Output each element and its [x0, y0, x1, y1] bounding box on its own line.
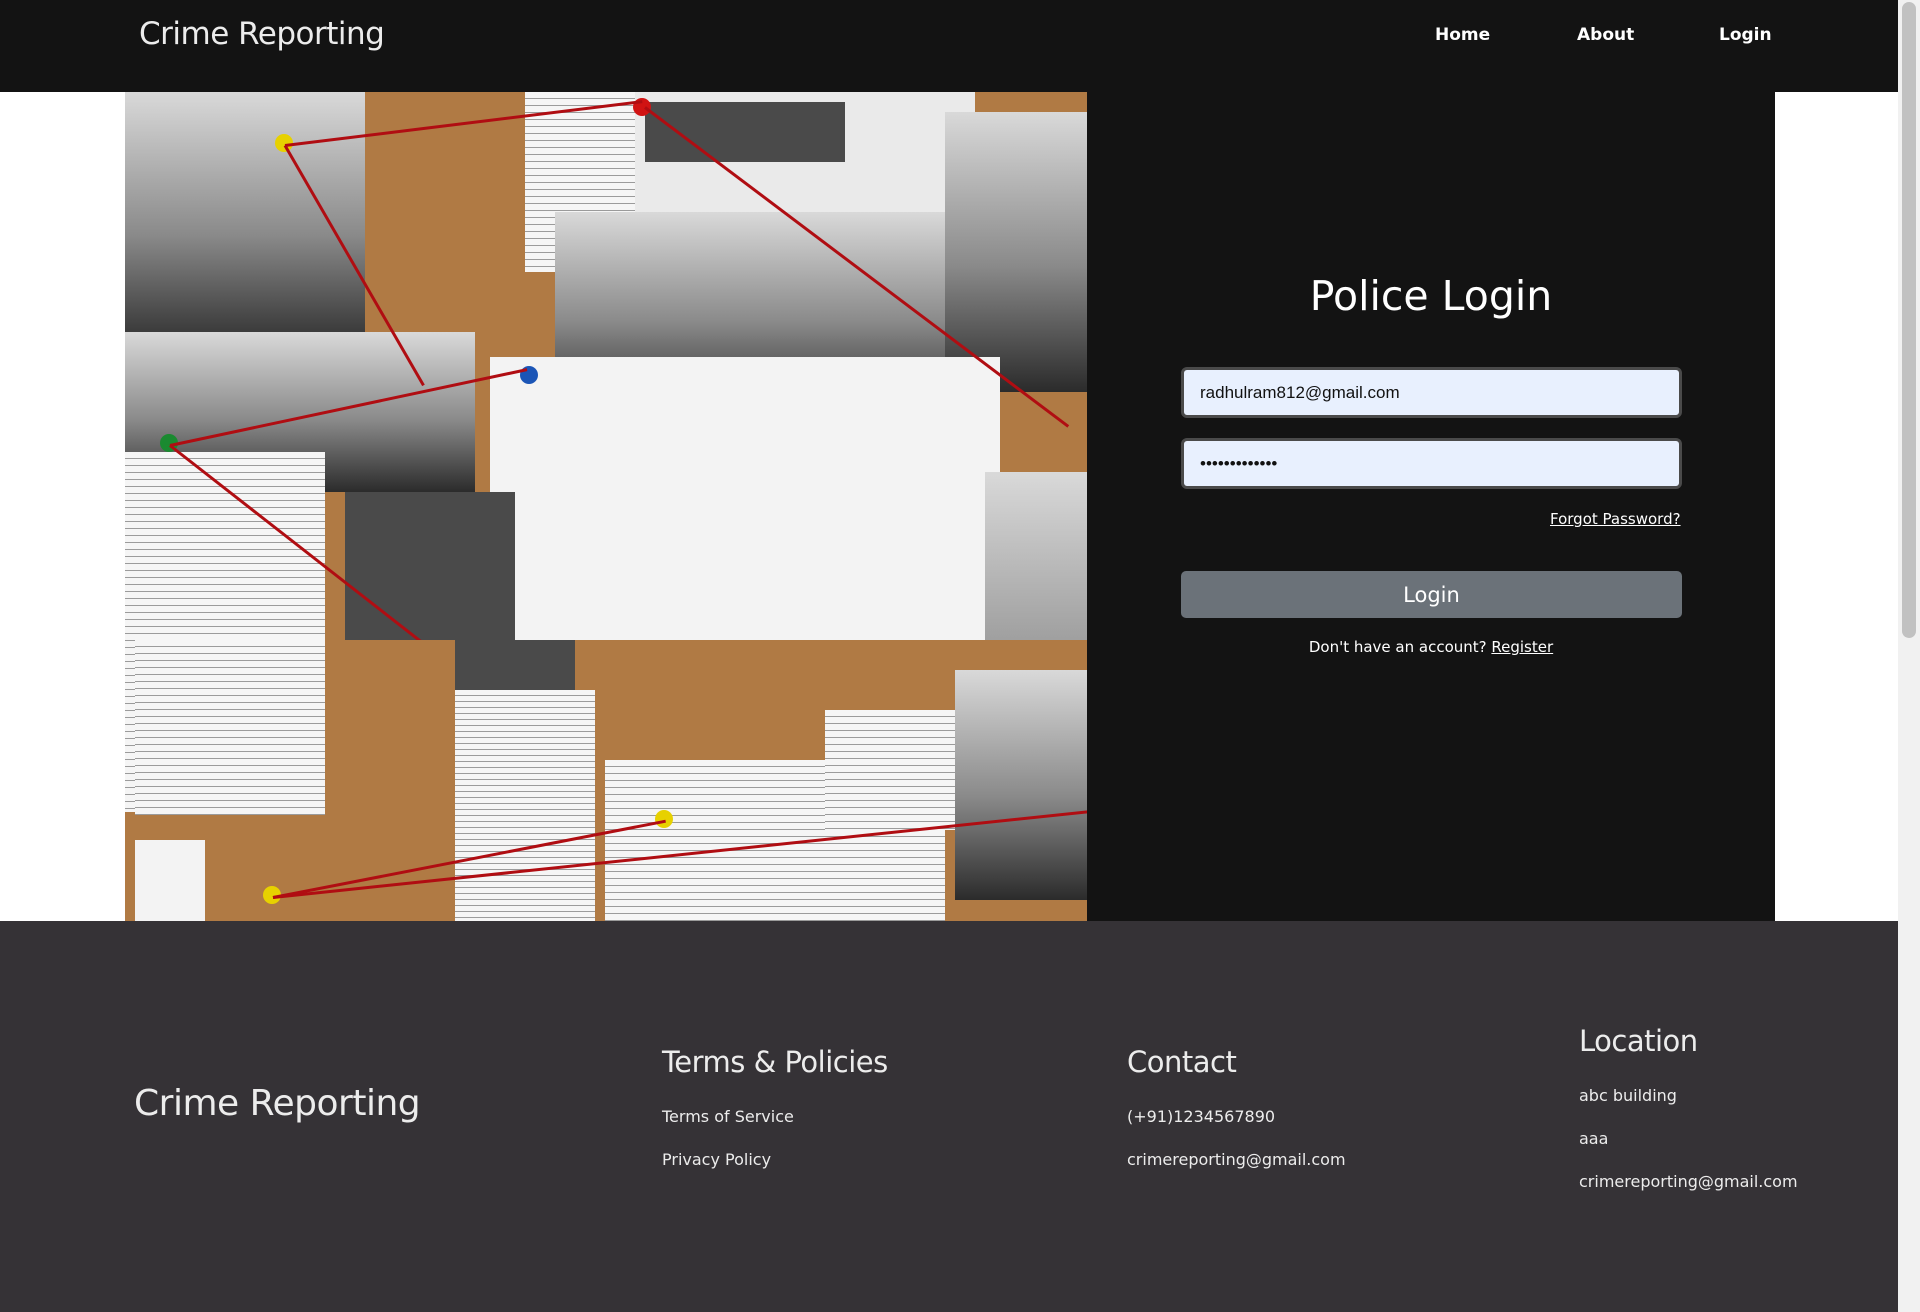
login-button[interactable]: Login: [1181, 571, 1682, 618]
navbar: Crime Reporting Home About Login: [0, 0, 1898, 92]
register-link[interactable]: Register: [1491, 638, 1553, 656]
brand-logo[interactable]: Crime Reporting: [139, 16, 385, 52]
location-heading: Location: [1579, 1024, 1698, 1058]
register-prompt: Don't have an account?: [1308, 638, 1492, 656]
email-field[interactable]: [1181, 367, 1682, 418]
contact-heading: Contact: [1127, 1045, 1237, 1079]
evidence-board-image-lower: [135, 640, 1097, 921]
location-address-line-2: aaa: [1579, 1129, 1609, 1148]
location-address-line-1: abc building: [1579, 1086, 1677, 1105]
contact-phone: (+91)1234567890: [1127, 1107, 1276, 1126]
scrollbar-thumb[interactable]: [1902, 2, 1916, 638]
terms-of-service-link[interactable]: Terms of Service: [662, 1107, 794, 1126]
privacy-policy-link[interactable]: Privacy Policy: [662, 1150, 771, 1169]
nav-about-link[interactable]: About: [1577, 25, 1634, 45]
password-field[interactable]: [1181, 438, 1682, 489]
forgot-password-link[interactable]: Forgot Password?: [1550, 510, 1681, 528]
terms-heading: Terms & Policies: [662, 1045, 888, 1079]
page-title: Police Login: [1309, 272, 1553, 320]
register-line: Don't have an account? Register: [1087, 638, 1775, 656]
nav-home-link[interactable]: Home: [1435, 25, 1490, 45]
location-email: crimereporting@gmail.com: [1579, 1172, 1798, 1191]
footer-brand: Crime Reporting: [134, 1083, 421, 1124]
nav-login-link[interactable]: Login: [1719, 25, 1772, 45]
login-panel: [1087, 92, 1775, 921]
contact-email: crimereporting@gmail.com: [1127, 1150, 1346, 1169]
